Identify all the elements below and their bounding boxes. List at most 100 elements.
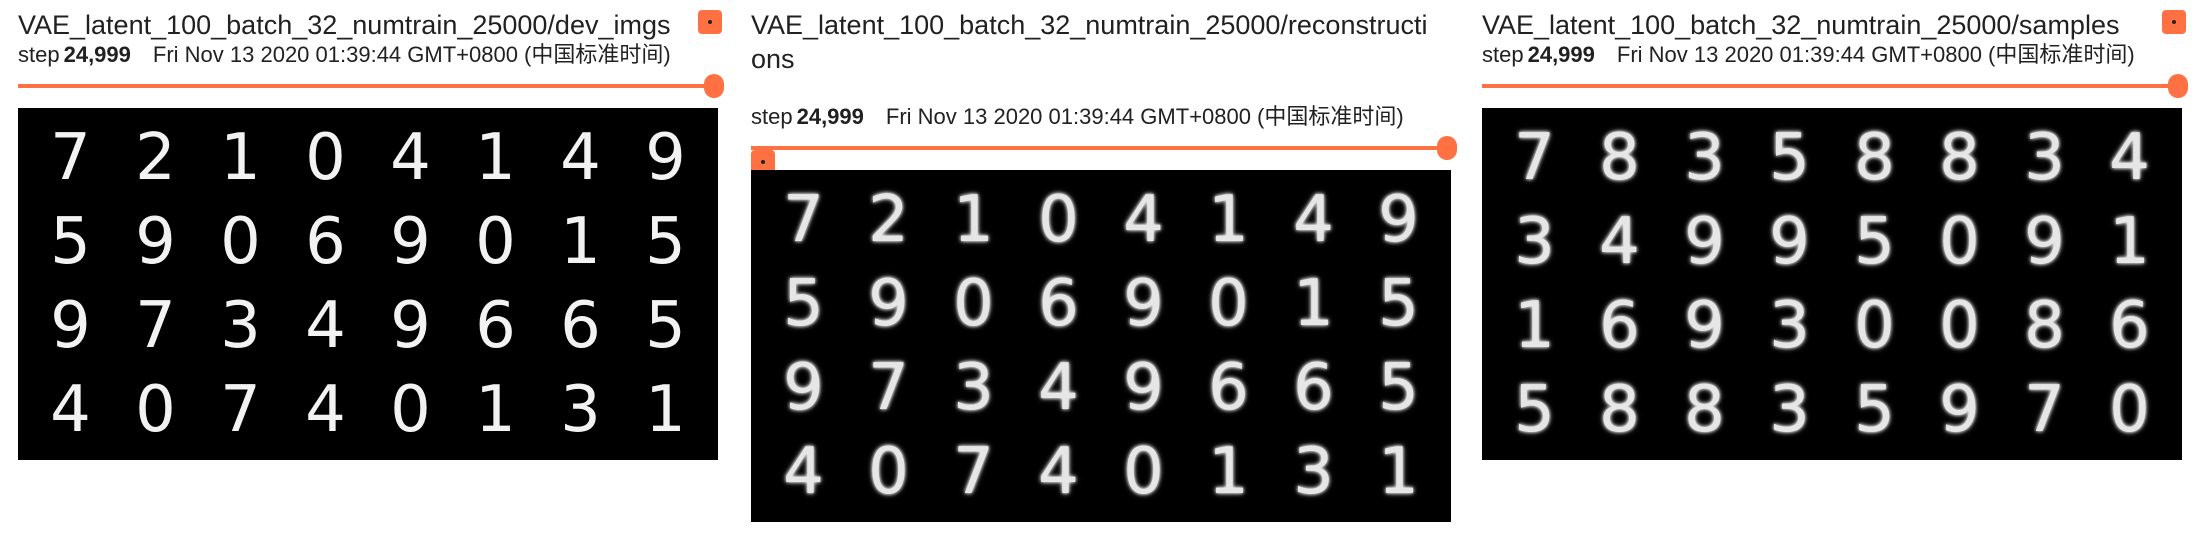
digit-cell: 0: [390, 373, 431, 447]
digit-cell: 8: [1599, 121, 1640, 195]
slider-thumb[interactable]: [2168, 74, 2188, 98]
image-display: 72104149590690159734966540740131: [751, 170, 1451, 522]
digit-cell: 1: [1514, 289, 1555, 363]
timestamp: Fri Nov 13 2020 01:39:44 GMT+0800 (中国标准时…: [885, 104, 1404, 129]
digit-grid: 72104149590690159734966540740131: [761, 178, 1441, 514]
step-info: step 24,999 Fri Nov 13 2020 01:39:44 GMT…: [751, 104, 1451, 130]
digit-cell: 7: [220, 373, 261, 447]
digit-cell: 9: [1684, 205, 1725, 279]
digit-cell: 5: [1769, 121, 1810, 195]
digit-cell: 9: [783, 351, 824, 425]
digit-cell: 6: [1038, 267, 1079, 341]
digit-cell: 9: [1769, 205, 1810, 279]
step-info: step 24,999 Fri Nov 13 2020 01:39:44 GMT…: [1482, 42, 2182, 68]
expand-icon[interactable]: [698, 10, 722, 34]
digit-cell: 1: [1378, 435, 1419, 509]
timestamp: Fri Nov 13 2020 01:39:44 GMT+0800 (中国标准时…: [152, 42, 671, 67]
digit-grid: 78358834349950911693008658835970: [1492, 116, 2172, 452]
digit-cell: 4: [305, 373, 346, 447]
digit-cell: 5: [645, 289, 686, 363]
digit-cell: 8: [1939, 121, 1980, 195]
digit-cell: 3: [560, 373, 601, 447]
step-slider[interactable]: [18, 74, 724, 98]
digit-cell: 6: [1599, 289, 1640, 363]
timestamp: Fri Nov 13 2020 01:39:44 GMT+0800 (中国标准时…: [1616, 42, 2135, 67]
digit-cell: 9: [1378, 183, 1419, 257]
digit-cell: 8: [1684, 373, 1725, 447]
digit-cell: 9: [1939, 373, 1980, 447]
digit-cell: 1: [475, 373, 516, 447]
digit-cell: 8: [1599, 373, 1640, 447]
digit-cell: 5: [1378, 267, 1419, 341]
digit-cell: 3: [1769, 289, 1810, 363]
slider-track[interactable]: [751, 146, 1451, 150]
digit-cell: 3: [220, 289, 261, 363]
digit-cell: 1: [560, 205, 601, 279]
slider-track[interactable]: [18, 84, 718, 88]
digit-cell: 7: [953, 435, 994, 509]
digit-cell: 1: [1293, 267, 1334, 341]
digit-cell: 4: [783, 435, 824, 509]
digit-cell: 8: [2024, 289, 2065, 363]
digit-cell: 3: [1293, 435, 1334, 509]
digit-cell: 3: [1684, 121, 1725, 195]
image-card-samples: VAE_latent_100_batch_32_numtrain_25000/s…: [1482, 0, 2188, 460]
image-display: 78358834349950911693008658835970: [1482, 108, 2182, 460]
digit-cell: 3: [2024, 121, 2065, 195]
digit-cell: 1: [1208, 183, 1249, 257]
digit-cell: 5: [50, 205, 91, 279]
digit-cell: 0: [135, 373, 176, 447]
digit-cell: 7: [783, 183, 824, 257]
card-title: VAE_latent_100_batch_32_numtrain_25000/s…: [1482, 10, 2120, 40]
slider-track[interactable]: [1482, 84, 2182, 88]
step-slider[interactable]: [751, 136, 1457, 160]
digit-cell: 3: [953, 351, 994, 425]
digit-cell: 4: [390, 121, 431, 195]
digit-cell: 9: [645, 121, 686, 195]
digit-cell: 6: [1208, 351, 1249, 425]
digit-cell: 1: [1208, 435, 1249, 509]
card-title: VAE_latent_100_batch_32_numtrain_25000/d…: [18, 10, 671, 40]
digit-cell: 5: [1514, 373, 1555, 447]
digit-cell: 0: [1123, 435, 1164, 509]
digit-cell: 0: [475, 205, 516, 279]
digit-cell: 4: [1038, 435, 1079, 509]
digit-cell: 9: [1123, 351, 1164, 425]
digit-cell: 3: [1769, 373, 1810, 447]
digit-cell: 6: [475, 289, 516, 363]
digit-cell: 1: [220, 121, 261, 195]
step-label: step: [751, 104, 793, 129]
digit-cell: 9: [1123, 267, 1164, 341]
digit-cell: 8: [1854, 121, 1895, 195]
digit-cell: 0: [1208, 267, 1249, 341]
digit-cell: 5: [783, 267, 824, 341]
digit-cell: 4: [1038, 351, 1079, 425]
digit-cell: 0: [1854, 289, 1895, 363]
digit-cell: 9: [868, 267, 909, 341]
digit-cell: 0: [1939, 205, 1980, 279]
digit-cell: 5: [645, 205, 686, 279]
image-card-reconstructions: VAE_latent_100_batch_32_numtrain_25000/r…: [751, 0, 1457, 522]
image-display: 72104149590690159734966540740131: [18, 108, 718, 460]
digit-cell: 9: [390, 289, 431, 363]
digit-cell: 0: [953, 267, 994, 341]
step-label: step: [18, 42, 60, 67]
step-info: step 24,999 Fri Nov 13 2020 01:39:44 GMT…: [18, 42, 718, 68]
slider-thumb[interactable]: [704, 74, 724, 98]
digit-cell: 9: [1684, 289, 1725, 363]
digit-cell: 1: [645, 373, 686, 447]
digit-cell: 7: [135, 289, 176, 363]
digit-cell: 2: [868, 183, 909, 257]
digit-cell: 4: [305, 289, 346, 363]
step-label: step: [1482, 42, 1524, 67]
digit-cell: 6: [560, 289, 601, 363]
digit-cell: 6: [305, 205, 346, 279]
step-slider[interactable]: [1482, 74, 2188, 98]
digit-cell: 9: [390, 205, 431, 279]
slider-thumb[interactable]: [1437, 136, 1457, 160]
digit-cell: 4: [50, 373, 91, 447]
digit-cell: 9: [2024, 205, 2065, 279]
digit-grid: 72104149590690159734966540740131: [28, 116, 708, 452]
expand-icon[interactable]: [2162, 10, 2186, 34]
digit-cell: 4: [1599, 205, 1640, 279]
